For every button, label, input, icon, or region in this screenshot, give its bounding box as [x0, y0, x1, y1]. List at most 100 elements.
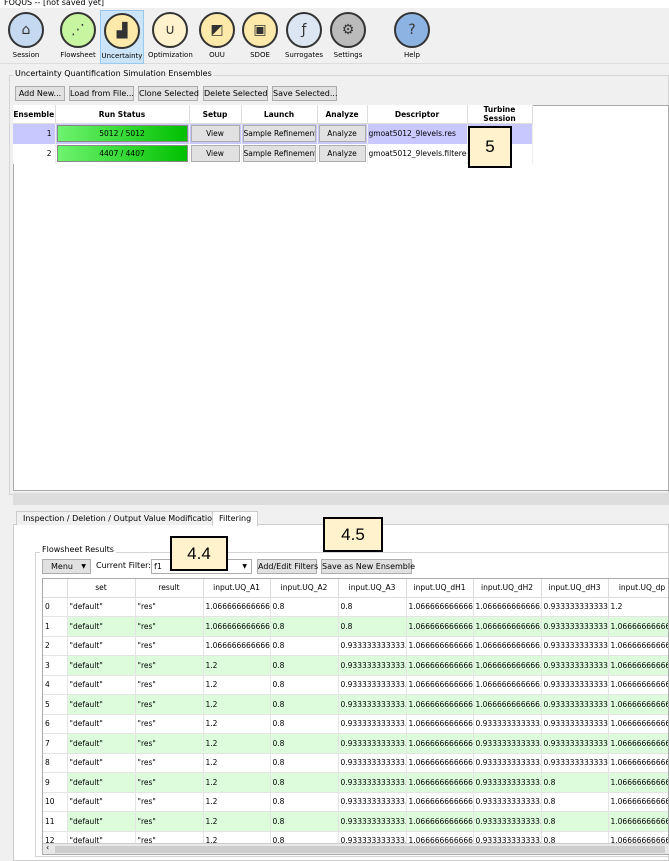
- row-header-corner: [43, 579, 68, 598]
- descriptor: gmoat5012_9levels.filtered: [367, 143, 468, 164]
- row-header: 1: [43, 616, 68, 637]
- ouu-icon: ◩: [199, 12, 235, 48]
- column-header[interactable]: set: [67, 579, 136, 598]
- table-row[interactable]: 0 "default" "res" 1.066666666666... 0.8 0.8 1.…: [43, 597, 668, 617]
- main-toolbar: ⌂ Session ⋰ Flowsheet ▟ Uncertainty ∪ Optimizat…: [0, 8, 669, 64]
- table-row[interactable]: 1 "default" "res" 1.066666666666... 0.8 0.8 1.…: [43, 616, 668, 637]
- table-row[interactable]: 5 "default" "res" 1.2 0.8 0.933333333333... 1.…: [43, 694, 668, 715]
- cell: "res": [135, 655, 204, 676]
- clone-selected-button[interactable]: Clone Selected: [138, 86, 199, 101]
- toolbar-label: Uncertainty: [101, 52, 143, 60]
- column-header[interactable]: input.UQ_A1: [203, 579, 271, 598]
- column-header[interactable]: Ensemble: [13, 105, 56, 124]
- cell: 0.933333333333...: [338, 792, 407, 812]
- ensemble-row[interactable]: 2 4407 / 4407 View Sample Refinement Ana…: [13, 143, 533, 164]
- toolbar-surrogates-button[interactable]: ƒ Surrogates: [282, 10, 326, 64]
- cell: 1.066666666666...: [608, 694, 668, 715]
- cell: 1.066666666666...: [406, 811, 474, 832]
- cell: "default": [67, 811, 136, 832]
- surrogate-function-icon: ƒ: [286, 12, 322, 48]
- column-header[interactable]: input.UQ_dH1: [406, 579, 474, 598]
- column-header[interactable]: input.UQ_dH3: [541, 579, 609, 598]
- save-selected-button[interactable]: Save Selected...: [272, 86, 338, 101]
- chevron-down-icon: ▼: [242, 563, 247, 570]
- toolbar-settings-button[interactable]: ⚙ Settings: [326, 10, 370, 64]
- column-header[interactable]: Launch: [241, 105, 318, 124]
- setup-view-button[interactable]: View: [190, 125, 240, 143]
- current-filter-value: f1: [154, 562, 162, 571]
- sample-refinement-button[interactable]: Sample Refinement: [242, 145, 316, 162]
- ensemble-row[interactable]: 1 5012 / 5012 View Sample Refinement Ana…: [13, 123, 533, 144]
- column-header[interactable]: input.UQ_dH2: [473, 579, 542, 598]
- scrollbar-thumb[interactable]: [55, 846, 665, 853]
- tab-inspection[interactable]: Inspection / Deletion / Output Value Mod…: [16, 511, 225, 525]
- cell: 1.066666666666...: [406, 733, 474, 754]
- cell: 1.2: [203, 675, 271, 695]
- cell: 0.8: [270, 772, 339, 793]
- cell: 0.8: [270, 714, 339, 734]
- table-row[interactable]: 2 "default" "res" 1.066666666666... 0.8 0.933…: [43, 636, 668, 656]
- menu-dropdown[interactable]: Menu ▼: [42, 559, 91, 574]
- results-table-area: set result input.UQ_A1 input.UQ_A2 input.UQ_…: [42, 578, 669, 855]
- column-header[interactable]: Run Status: [55, 105, 190, 124]
- row-header: 4: [43, 675, 68, 695]
- table-row[interactable]: 6 "default" "res" 1.2 0.8 0.933333333333... 1.…: [43, 714, 668, 734]
- toolbar-label: SDOE: [250, 51, 270, 59]
- gear-icon: ⚙: [330, 12, 366, 48]
- row-header: 6: [43, 714, 68, 734]
- table-row[interactable]: 8 "default" "res" 1.2 0.8 0.933333333333... 1.…: [43, 753, 668, 773]
- column-header[interactable]: result: [135, 579, 204, 598]
- toolbar-sdoe-button[interactable]: ▣ SDOE: [238, 10, 282, 64]
- cell: 1.2: [203, 733, 271, 754]
- toolbar-flowsheet-button[interactable]: ⋰ Flowsheet: [56, 10, 100, 64]
- sample-refinement-button[interactable]: Sample Refinement: [242, 125, 316, 143]
- column-header[interactable]: input.UQ_A3: [338, 579, 407, 598]
- save-as-new-ensemble-button[interactable]: Save as New Ensemble: [321, 559, 415, 574]
- toolbar-uncertainty-button[interactable]: ▟ Uncertainty: [100, 10, 144, 64]
- current-filter-label: Current Filter:: [96, 561, 151, 570]
- table-row[interactable]: 4 "default" "res" 1.2 0.8 0.933333333333... 1.…: [43, 675, 668, 695]
- cell: 0.933333333333...: [541, 597, 609, 617]
- toolbar-optimization-button[interactable]: ∪ Optimization: [148, 10, 193, 64]
- column-header[interactable]: Analyze: [317, 105, 368, 124]
- table-row[interactable]: 3 "default" "res" 1.2 0.8 0.933333333333... 1.…: [43, 655, 668, 676]
- column-header[interactable]: input.UQ_dp: [608, 579, 668, 598]
- add-new-button[interactable]: Add New...: [15, 86, 65, 101]
- run-status-progress: 4407 / 4407: [56, 145, 188, 162]
- column-header[interactable]: Setup: [189, 105, 242, 124]
- help-icon: ?: [394, 12, 430, 48]
- table-row[interactable]: 9 "default" "res" 1.2 0.8 0.933333333333... 1.…: [43, 772, 668, 793]
- horizontal-scrollbar[interactable]: ‹: [43, 843, 669, 854]
- column-header[interactable]: Descriptor: [367, 105, 468, 124]
- delete-selected-button[interactable]: Delete Selected: [203, 86, 268, 101]
- add-edit-filters-button[interactable]: Add/Edit Filters: [257, 559, 318, 574]
- row-header: 3: [43, 655, 68, 676]
- cell: 0.8: [270, 675, 339, 695]
- column-header[interactable]: Turbine Session: [467, 105, 533, 124]
- callout-4-5: 4.5: [323, 517, 383, 552]
- setup-view-button[interactable]: View: [190, 145, 240, 162]
- analyze-button[interactable]: Analyze: [318, 125, 366, 143]
- table-row[interactable]: 10 "default" "res" 1.2 0.8 0.933333333333... 1…: [43, 792, 668, 812]
- toolbar-label: OUU: [209, 51, 225, 59]
- cell: 1.2: [203, 714, 271, 734]
- cell: 1.066666666666...: [406, 772, 474, 793]
- cell: 0.933333333333...: [541, 636, 609, 656]
- analyze-button[interactable]: Analyze: [318, 145, 366, 162]
- scroll-left-icon[interactable]: ‹: [46, 843, 49, 852]
- column-header[interactable]: input.UQ_A2: [270, 579, 339, 598]
- splitter-handle[interactable]: [13, 493, 669, 505]
- cell: 1.066666666666...: [608, 772, 668, 793]
- cell: 0.933333333333...: [338, 753, 407, 773]
- tab-filtering[interactable]: Filtering: [212, 511, 259, 526]
- cell: 1.066666666666...: [406, 694, 474, 715]
- toolbar-help-button[interactable]: ? Help: [390, 10, 434, 64]
- toolbar-ouu-button[interactable]: ◩ OUU: [195, 10, 239, 64]
- row-header: 7: [43, 733, 68, 754]
- table-row[interactable]: 7 "default" "res" 1.2 0.8 0.933333333333... 1.…: [43, 733, 668, 754]
- toolbar-label: Surrogates: [284, 51, 324, 59]
- load-from-file-button[interactable]: Load from File...: [69, 86, 134, 101]
- cell: 0.8: [270, 597, 339, 617]
- table-row[interactable]: 11 "default" "res" 1.2 0.8 0.933333333333... 1…: [43, 811, 668, 832]
- toolbar-session-button[interactable]: ⌂ Session: [4, 10, 48, 64]
